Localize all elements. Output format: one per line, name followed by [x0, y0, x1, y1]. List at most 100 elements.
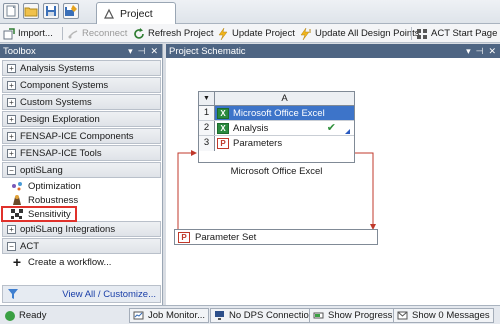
- category-design-exploration[interactable]: + Design Exploration: [2, 111, 161, 127]
- pin-icon[interactable]: ⊣: [138, 46, 146, 57]
- reconnect-label: Reconnect: [82, 28, 128, 39]
- update-project-label: Update Project: [232, 28, 295, 39]
- corner-triangle-icon: [345, 129, 350, 134]
- tab-project-label: Project: [120, 7, 153, 20]
- messages-icon: [397, 311, 408, 320]
- optimization-icon: [12, 182, 22, 191]
- import-icon: [3, 27, 15, 39]
- collapse-icon: −: [7, 165, 16, 175]
- expand-icon: +: [7, 97, 16, 107]
- main-toolbar: Import... Reconnect Refresh Project Upda…: [0, 24, 500, 43]
- act-start-page-button[interactable]: ACT Start Page: [416, 25, 497, 42]
- toolbox-item-optimization[interactable]: Optimization: [2, 179, 161, 193]
- update-all-label: Update All Design Points: [315, 28, 420, 39]
- category-label: FENSAP-ICE Tools: [20, 147, 102, 159]
- category-label: Analysis Systems: [20, 62, 95, 74]
- row-number: 2: [199, 121, 215, 135]
- act-start-page-label: ACT Start Page: [431, 28, 498, 39]
- category-custom-systems[interactable]: + Custom Systems: [2, 94, 161, 110]
- parameter-set-label: Parameter Set: [195, 231, 257, 243]
- category-optislang[interactable]: − optiSLang: [2, 162, 161, 178]
- system-block-excel[interactable]: ▼ A 1 X Microsoft Office Excel 2 X Analy…: [198, 91, 355, 163]
- close-icon[interactable]: ✕: [150, 46, 158, 57]
- system-column-label: A: [215, 92, 354, 106]
- show-progress-button[interactable]: Show Progress: [309, 308, 397, 323]
- status-bar: Ready Job Monitor... No DPS Connection S…: [0, 305, 500, 324]
- category-label: FENSAP-ICE Components: [20, 130, 134, 142]
- update-project-button[interactable]: Update Project: [217, 25, 295, 42]
- category-label: ACT: [20, 240, 39, 252]
- grid-icon: [417, 28, 427, 39]
- collapse-icon: −: [7, 241, 16, 251]
- toolbox-list: + Analysis Systems + Component Systems +…: [1, 60, 161, 270]
- parameter-set-icon: P: [178, 231, 190, 243]
- toolbox-title: Toolbox: [3, 45, 36, 57]
- open-folder-icon[interactable]: [23, 3, 39, 19]
- system-caption[interactable]: Microsoft Office Excel: [198, 166, 355, 177]
- progress-icon: [313, 312, 324, 319]
- lightning-all-icon: [300, 27, 311, 40]
- monitor-icon: [215, 311, 224, 320]
- category-optislang-integrations[interactable]: + optiSLang Integrations: [2, 221, 161, 237]
- row-label: Parameters: [233, 138, 283, 149]
- category-fensap-ice-components[interactable]: + FENSAP-ICE Components: [2, 128, 161, 144]
- save-as-icon[interactable]: [63, 3, 79, 19]
- dropdown-icon[interactable]: ▾: [128, 46, 133, 57]
- toolbox-item-label: Robustness: [28, 194, 79, 206]
- plus-icon: +: [12, 254, 22, 270]
- reconnect-button[interactable]: Reconnect: [67, 25, 127, 42]
- row-number: 3: [199, 136, 215, 151]
- job-monitor-label: Job Monitor...: [148, 310, 206, 321]
- status-ready: Ready: [5, 308, 46, 323]
- check-icon: ✔: [326, 122, 336, 134]
- toolbox-item-label: Sensitivity: [28, 208, 71, 220]
- status-dot-icon: [5, 310, 15, 321]
- job-monitor-icon: [133, 311, 144, 320]
- show-messages-button[interactable]: Show 0 Messages: [393, 308, 494, 323]
- toolbox-item-label: Create a workflow...: [28, 256, 112, 268]
- expand-icon: +: [7, 114, 16, 124]
- import-button[interactable]: Import...: [3, 25, 53, 42]
- row-label: Microsoft Office Excel: [233, 107, 325, 119]
- dps-connection-button[interactable]: No DPS Connection: [210, 308, 319, 323]
- import-label: Import...: [18, 28, 53, 39]
- toolbox-item-create-workflow[interactable]: + Create a workflow...: [2, 254, 161, 270]
- expand-icon: +: [7, 131, 16, 141]
- category-label: Custom Systems: [20, 96, 92, 108]
- system-header: ▼ A: [199, 92, 354, 106]
- system-row-parameters[interactable]: 3 P Parameters: [199, 136, 354, 151]
- lightning-icon: [218, 27, 228, 40]
- expand-icon: +: [7, 224, 16, 234]
- system-row-excel[interactable]: 1 X Microsoft Office Excel: [199, 106, 354, 121]
- view-all-customize-link[interactable]: View All / Customize...: [62, 289, 156, 300]
- dps-connection-label: No DPS Connection: [229, 310, 315, 321]
- tab-project[interactable]: Project: [96, 2, 176, 24]
- category-act[interactable]: − ACT: [2, 238, 161, 254]
- expand-icon: +: [7, 63, 16, 73]
- excel-icon: X: [217, 107, 229, 119]
- row-label: Analysis: [233, 122, 269, 134]
- update-all-design-points-button[interactable]: Update All Design Points: [300, 25, 420, 42]
- parameters-icon: P: [217, 138, 229, 149]
- expand-icon: +: [7, 80, 16, 90]
- robustness-icon: [13, 195, 21, 205]
- category-component-systems[interactable]: + Component Systems: [2, 77, 161, 93]
- new-project-icon[interactable]: [3, 3, 19, 19]
- category-fensap-ice-tools[interactable]: + FENSAP-ICE Tools: [2, 145, 161, 161]
- toolbox-item-robustness[interactable]: Robustness: [2, 193, 161, 207]
- job-monitor-button[interactable]: Job Monitor...: [129, 308, 210, 323]
- system-row-analysis[interactable]: 2 X Analysis ✔: [199, 121, 354, 136]
- sensitivity-icon: [11, 209, 23, 219]
- category-label: Component Systems: [20, 79, 109, 91]
- system-menu-button[interactable]: ▼: [199, 92, 215, 106]
- link-line-out: [355, 152, 374, 224]
- parameter-set-bar[interactable]: P Parameter Set: [174, 229, 378, 245]
- save-icon[interactable]: [43, 3, 59, 19]
- refresh-project-button[interactable]: Refresh Project: [133, 25, 213, 42]
- toolbox-item-sensitivity[interactable]: Sensitivity: [1, 206, 77, 222]
- category-analysis-systems[interactable]: + Analysis Systems: [2, 60, 161, 76]
- expand-icon: +: [7, 148, 16, 158]
- link-line-in: [177, 152, 191, 237]
- toolbar-divider: [411, 27, 412, 40]
- filter-icon[interactable]: [7, 288, 19, 300]
